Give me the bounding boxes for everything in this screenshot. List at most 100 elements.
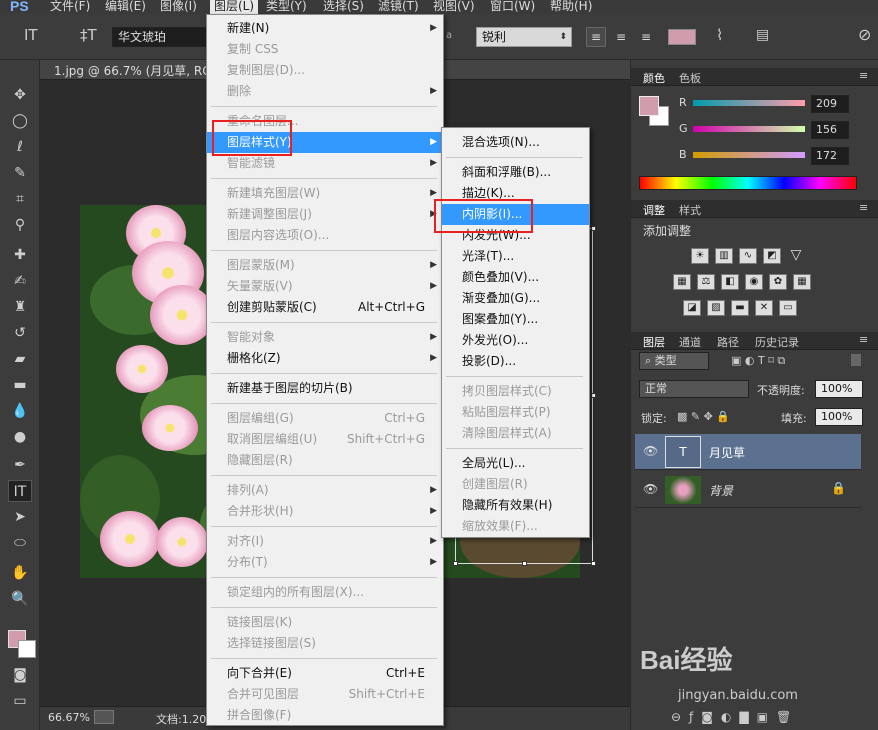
menu-item[interactable]: 拼合图像(F) bbox=[207, 705, 443, 726]
menu-item[interactable]: 复制图层(D)... bbox=[207, 60, 443, 81]
menu-filter[interactable]: 滤镜(T) bbox=[378, 0, 419, 14]
menu-item[interactable]: 栅格化(Z) ▶ bbox=[207, 348, 443, 369]
menu-item[interactable]: 创建剪贴蒙版(C) Alt+Ctrl+G bbox=[207, 297, 443, 318]
menu-item[interactable]: 颜色叠加(V)... bbox=[442, 267, 589, 288]
menu-view[interactable]: 视图(V) bbox=[433, 0, 475, 14]
dodge-tool-icon[interactable]: ● bbox=[8, 426, 32, 448]
menu-item[interactable]: 粘贴图层样式(P) bbox=[442, 402, 589, 423]
channel-g-value[interactable]: 156 bbox=[811, 121, 849, 139]
menu-item[interactable]: 图层内容选项(O)... bbox=[207, 225, 443, 246]
channel-g-slider[interactable] bbox=[693, 126, 805, 132]
color-lookup-icon[interactable]: ▦ bbox=[793, 274, 811, 290]
menu-item[interactable]: 合并可见图层 Shift+Ctrl+E bbox=[207, 684, 443, 705]
tab-channels[interactable]: 通道 bbox=[679, 334, 701, 350]
type-tool-icon[interactable]: IT bbox=[24, 26, 38, 44]
hand-tool-icon[interactable]: ✋ bbox=[8, 562, 32, 584]
align-right-icon[interactable]: ≡ bbox=[636, 27, 656, 47]
menu-item[interactable]: 智能滤镜 ▶ bbox=[207, 153, 443, 174]
antialias-select[interactable]: 锐利 ⬍ bbox=[476, 27, 572, 47]
eraser-tool-icon[interactable]: ▰ bbox=[8, 348, 32, 370]
menu-item[interactable]: 新建基于图层的切片(B) bbox=[207, 378, 443, 399]
text-orientation-icon[interactable]: ‡T bbox=[80, 26, 97, 44]
layer-name[interactable]: 背景 bbox=[709, 482, 733, 499]
panel-menu-icon[interactable]: ≡ bbox=[859, 333, 868, 346]
gradient-tool-icon[interactable]: ▬ bbox=[8, 374, 32, 396]
channel-b-slider[interactable] bbox=[693, 152, 805, 158]
menu-item[interactable]: 外发光(O)... bbox=[442, 330, 589, 351]
opacity-field[interactable]: 100% bbox=[815, 380, 863, 398]
tab-paths[interactable]: 路径 bbox=[717, 334, 739, 350]
menu-item[interactable]: 新建(N) ▶ bbox=[207, 18, 443, 39]
status-menu-icon[interactable] bbox=[94, 710, 114, 724]
menu-item[interactable]: 链接图层(K) bbox=[207, 612, 443, 633]
ellipse-tool-icon[interactable]: ⬭ bbox=[8, 532, 32, 554]
lock-icons[interactable]: ▩ ✎ ✥ 🔒 bbox=[677, 410, 730, 423]
hue-icon[interactable]: ▦ bbox=[673, 274, 691, 290]
tab-adjustments[interactable]: 调整 bbox=[643, 202, 665, 218]
menu-layer[interactable]: 图层(L) bbox=[210, 0, 259, 14]
healing-brush-icon[interactable]: ✚ bbox=[8, 244, 32, 266]
threshold-icon[interactable]: ▬ bbox=[731, 300, 749, 316]
menu-item[interactable]: 投影(D)... bbox=[442, 351, 589, 372]
photo-filter-icon[interactable]: ◉ bbox=[745, 274, 763, 290]
text-color-swatch[interactable] bbox=[668, 29, 696, 45]
menu-type[interactable]: 类型(Y) bbox=[266, 0, 307, 14]
fill-field[interactable]: 100% bbox=[815, 408, 863, 426]
menu-item[interactable]: 渐变叠加(G)... bbox=[442, 288, 589, 309]
menu-item[interactable]: 排列(A) ▶ bbox=[207, 480, 443, 501]
crop-tool-icon[interactable]: ⌗ bbox=[8, 188, 32, 210]
history-brush-icon[interactable]: ↺ bbox=[8, 322, 32, 344]
menu-item[interactable]: 对齐(I) ▶ bbox=[207, 531, 443, 552]
filter-icons[interactable]: ▣ ◐ T ⌑ ⧉ bbox=[731, 354, 785, 368]
menu-item[interactable]: 隐藏所有效果(H) bbox=[442, 495, 589, 516]
color-foreground-swatch[interactable] bbox=[639, 96, 659, 116]
lasso-tool-icon[interactable]: ℓ bbox=[8, 136, 32, 158]
exposure-icon[interactable]: ◩ bbox=[763, 248, 781, 264]
levels-icon[interactable]: ▥ bbox=[715, 248, 733, 264]
menu-item[interactable]: 创建图层(R) bbox=[442, 474, 589, 495]
menu-item[interactable]: 光泽(T)... bbox=[442, 246, 589, 267]
screen-mode-icon[interactable]: ▭ bbox=[8, 690, 32, 712]
cancel-icon[interactable]: ⊘ bbox=[858, 25, 871, 44]
menu-item[interactable]: 新建填充图层(W) ▶ bbox=[207, 183, 443, 204]
menu-window[interactable]: 窗口(W) bbox=[490, 0, 535, 14]
tab-color[interactable]: 颜色 bbox=[643, 70, 665, 86]
eye-icon[interactable]: 👁 bbox=[643, 444, 658, 458]
transform-handle[interactable] bbox=[591, 561, 596, 566]
transform-handle[interactable] bbox=[591, 226, 596, 231]
path-select-icon[interactable]: ➤ bbox=[8, 506, 32, 528]
vibrance-icon[interactable]: ▽ bbox=[787, 248, 805, 264]
menu-item[interactable]: 缩放效果(F)... bbox=[442, 516, 589, 537]
brush-tool-icon[interactable]: ✍ bbox=[8, 270, 32, 292]
background-color-swatch[interactable] bbox=[18, 640, 36, 658]
brightness-icon[interactable]: ☀ bbox=[691, 248, 709, 264]
warp-text-icon[interactable]: ⌇ bbox=[716, 26, 723, 44]
menu-item[interactable]: 复制 CSS bbox=[207, 39, 443, 60]
menu-item[interactable]: 取消图层编组(U) Shift+Ctrl+G bbox=[207, 429, 443, 450]
menu-item[interactable]: 智能对象 ▶ bbox=[207, 327, 443, 348]
invert-icon[interactable]: ◪ bbox=[683, 300, 701, 316]
menu-edit[interactable]: 编辑(E) bbox=[105, 0, 146, 14]
layer-name[interactable]: 月见草 bbox=[709, 444, 745, 461]
layer-row-background[interactable]: 👁 背景 🔒 bbox=[635, 472, 861, 508]
channel-r-slider[interactable] bbox=[693, 100, 805, 106]
align-center-icon[interactable]: ≡ bbox=[611, 27, 631, 47]
menu-item[interactable]: 隐藏图层(R) bbox=[207, 450, 443, 471]
color-spectrum-bar[interactable] bbox=[639, 176, 857, 190]
menu-item[interactable]: 图层编组(G) Ctrl+G bbox=[207, 408, 443, 429]
blur-tool-icon[interactable]: 💧 bbox=[8, 400, 32, 422]
menu-item[interactable]: 选择链接图层(S) bbox=[207, 633, 443, 654]
eyedropper-icon[interactable]: ⚲ bbox=[8, 214, 32, 236]
panel-menu-icon[interactable]: ≡ bbox=[859, 201, 868, 214]
menu-item[interactable]: 全局光(L)... bbox=[442, 453, 589, 474]
menu-item[interactable]: 锁定组内的所有图层(X)... bbox=[207, 582, 443, 603]
character-panel-icon[interactable]: ▤ bbox=[756, 27, 769, 43]
panel-menu-icon[interactable]: ≡ bbox=[859, 69, 868, 82]
selective-color-icon[interactable]: ✕ bbox=[755, 300, 773, 316]
channel-r-value[interactable]: 209 bbox=[811, 95, 849, 113]
color-balance-icon[interactable]: ⚖ bbox=[697, 274, 715, 290]
transform-handle[interactable] bbox=[453, 561, 458, 566]
menu-item[interactable]: 向下合并(E) Ctrl+E bbox=[207, 663, 443, 684]
menu-select[interactable]: 选择(S) bbox=[323, 0, 364, 14]
tab-history[interactable]: 历史记录 bbox=[755, 334, 799, 350]
